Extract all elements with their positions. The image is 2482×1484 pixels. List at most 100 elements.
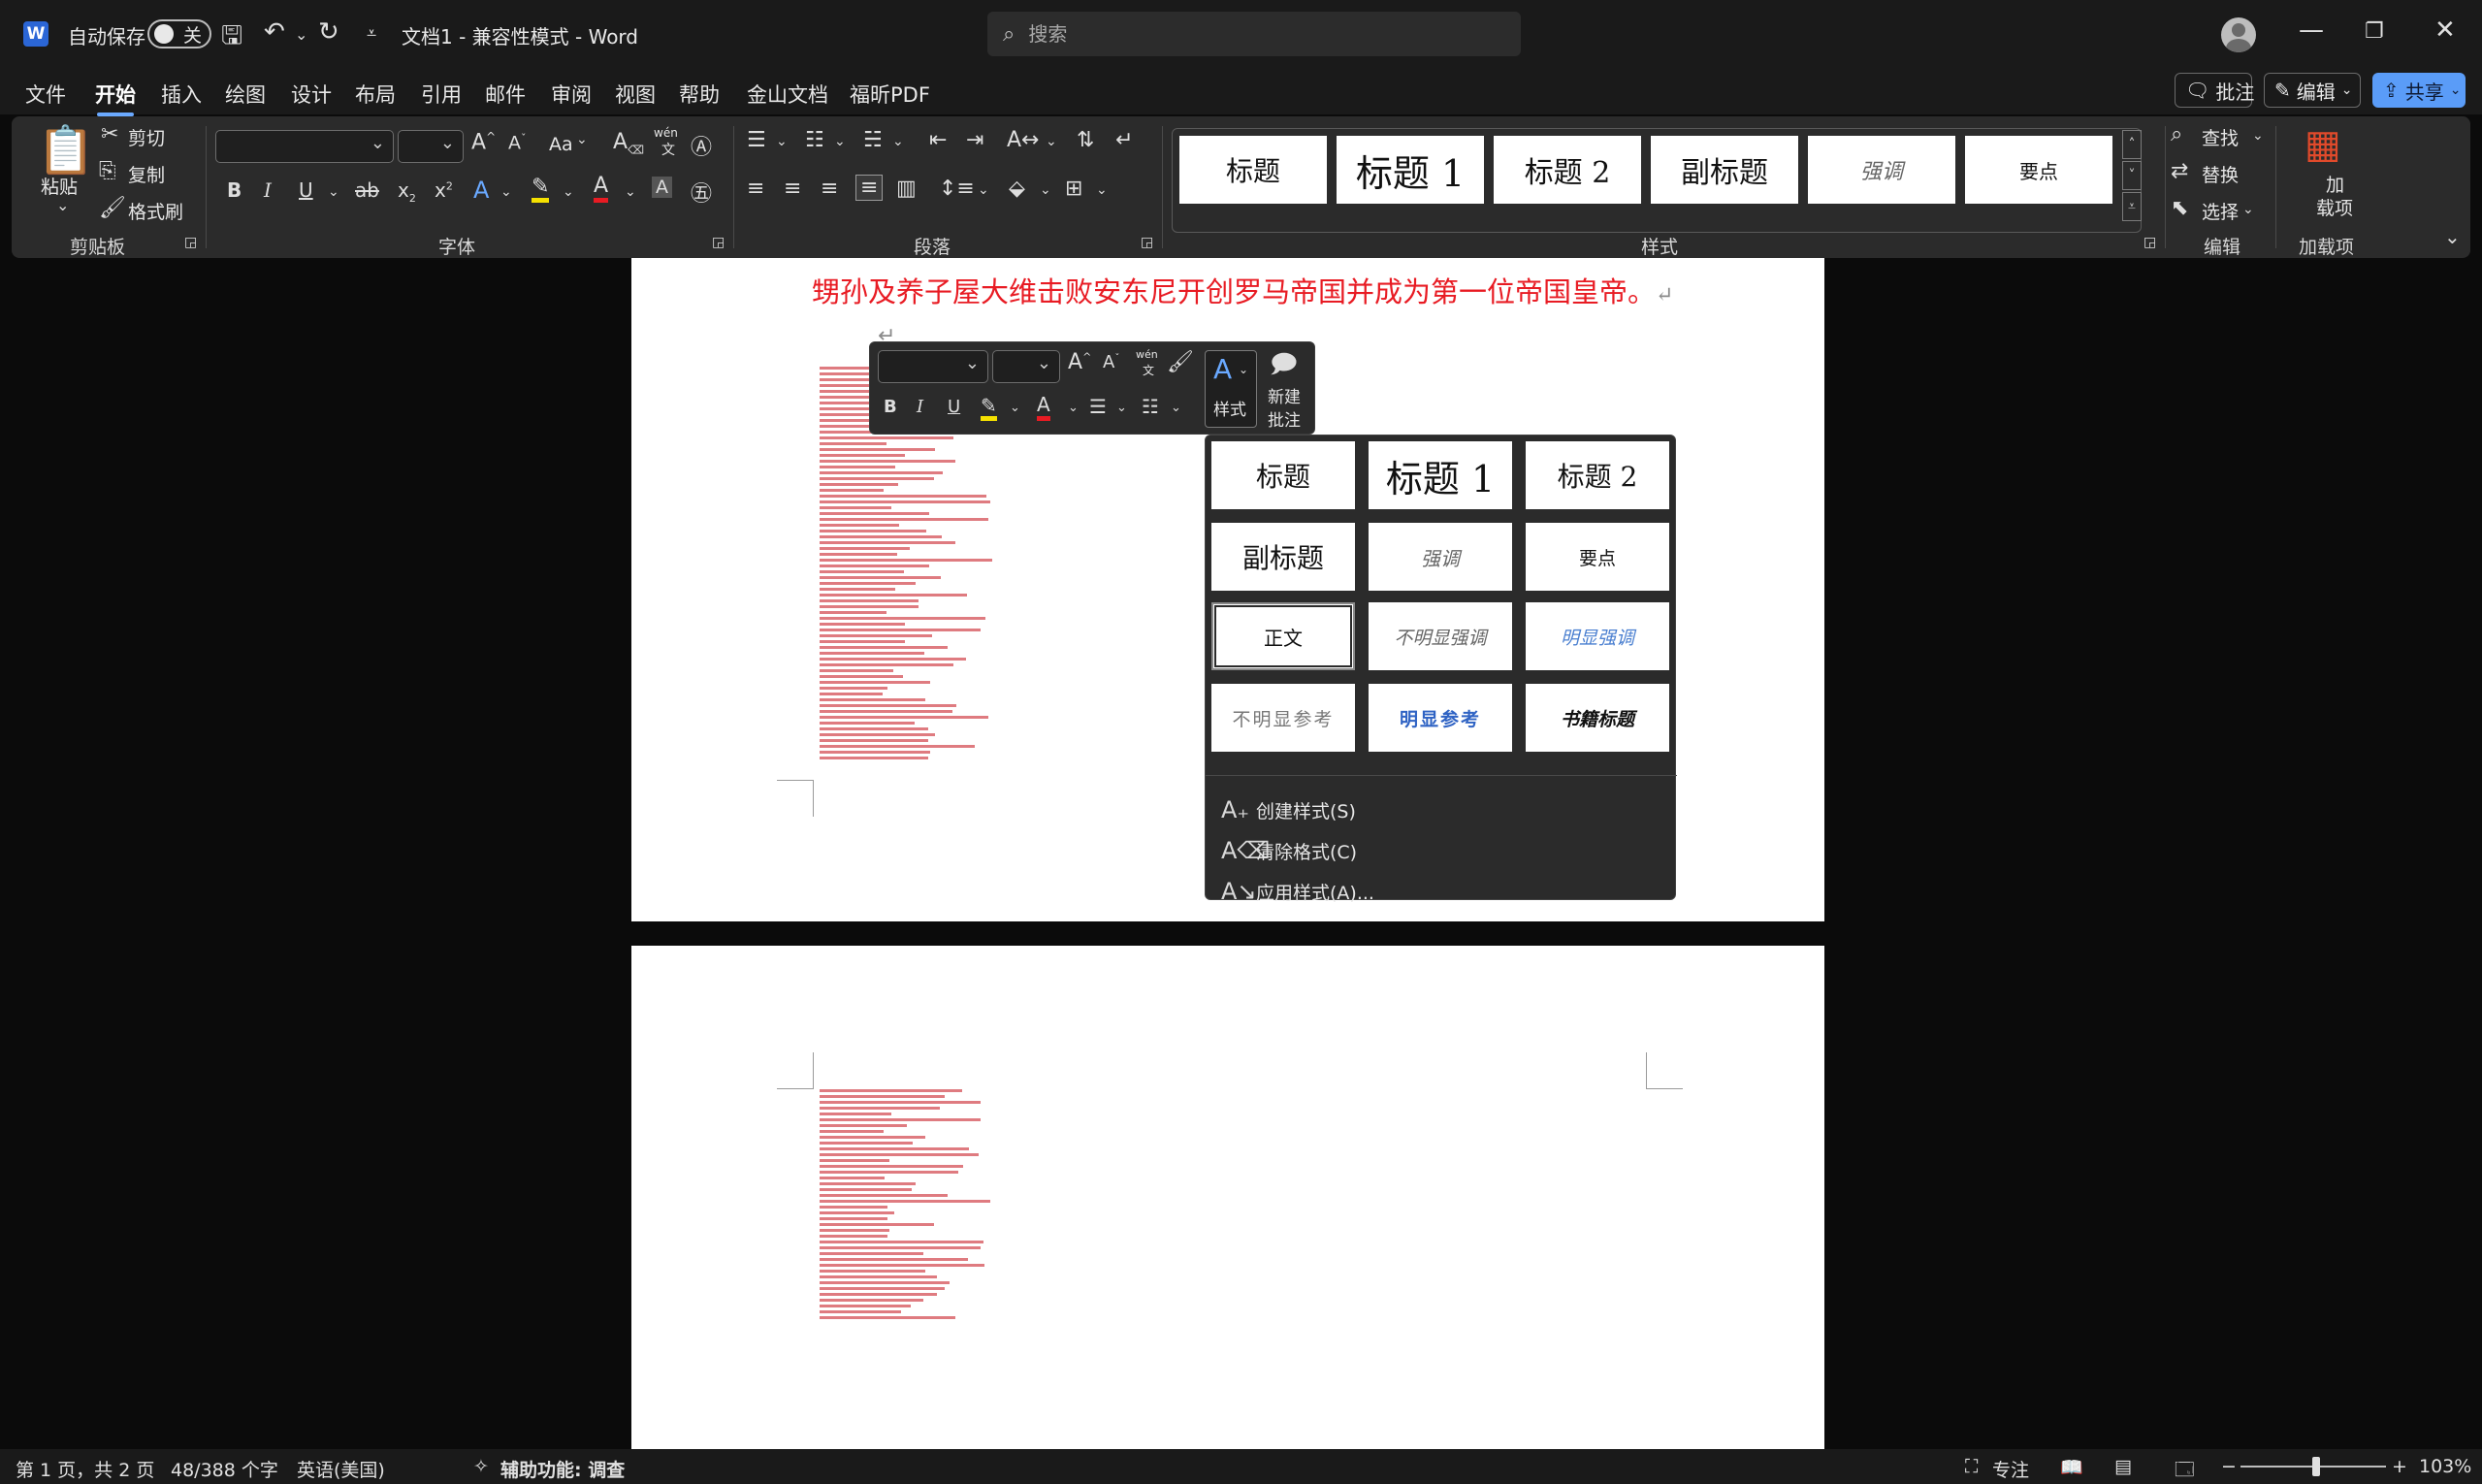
dd-style-intense-reference[interactable]: 明显参考 bbox=[1369, 684, 1512, 752]
accessibility-status[interactable]: 辅助功能: 调查 bbox=[500, 1456, 625, 1482]
increase-indent-icon[interactable]: ⇥ bbox=[966, 128, 983, 152]
dd-style-heading-1[interactable]: 标题 1 bbox=[1369, 441, 1512, 509]
mini-styles-button[interactable]: A ⌄ 样式 bbox=[1205, 350, 1257, 428]
format-painter-icon[interactable]: 🖌 bbox=[99, 196, 126, 220]
phonetic-guide-bottom[interactable]: 文 bbox=[1143, 362, 1154, 378]
character-border-icon[interactable]: Ⓐ bbox=[691, 130, 712, 161]
chevron-down-icon[interactable]: ⌄ bbox=[892, 134, 904, 149]
copy-label[interactable]: 复制 bbox=[128, 161, 165, 187]
undo-dropdown-icon[interactable]: ⌄ bbox=[295, 25, 307, 44]
highlight-icon[interactable]: ✎ bbox=[532, 177, 550, 203]
clear-formatting-icon[interactable]: A⌫ bbox=[613, 130, 644, 156]
bullets-icon[interactable]: ☰ bbox=[1089, 395, 1107, 418]
bullets-icon[interactable]: ☰ bbox=[747, 128, 766, 152]
chevron-down-icon[interactable]: ⌄ bbox=[1171, 401, 1181, 415]
dd-style-heading[interactable]: 标题 bbox=[1211, 441, 1355, 509]
restore-icon[interactable]: ❐ bbox=[2365, 19, 2384, 44]
chinese-layout-icon[interactable]: A↔ bbox=[1007, 128, 1039, 152]
styles-launcher-icon[interactable]: ◲ bbox=[2144, 235, 2156, 250]
show-paragraph-marks-icon[interactable]: ↵ bbox=[1115, 128, 1133, 152]
dd-style-normal[interactable]: 正文 bbox=[1211, 602, 1355, 670]
chevron-down-icon[interactable]: ⌄ bbox=[563, 184, 574, 200]
zoom-in-icon[interactable]: + bbox=[2392, 1456, 2407, 1477]
chevron-down-icon[interactable]: ⌄ bbox=[1116, 401, 1127, 415]
tab-help[interactable]: 帮助 bbox=[679, 80, 720, 109]
highlight-icon[interactable]: ✎ bbox=[981, 395, 997, 421]
save-icon[interactable]: 🖫 bbox=[221, 17, 242, 60]
styles-scroll-up-icon[interactable]: ˄ bbox=[2122, 130, 2142, 159]
create-style-item[interactable]: A₊ 创建样式(S) bbox=[1221, 792, 1356, 827]
print-layout-icon[interactable]: ▤ bbox=[2114, 1456, 2132, 1477]
cut-label[interactable]: 剪切 bbox=[128, 124, 165, 150]
dd-style-book-title[interactable]: 书籍标题 bbox=[1526, 684, 1669, 752]
account-avatar[interactable] bbox=[2221, 17, 2256, 52]
minimize-icon[interactable]: — bbox=[2299, 16, 2324, 45]
italic-icon[interactable]: I bbox=[264, 178, 272, 202]
copy-icon[interactable]: ⎘ bbox=[99, 159, 116, 183]
align-left-icon[interactable]: ≡ bbox=[747, 177, 764, 201]
borders-icon[interactable]: ⊞ bbox=[1065, 177, 1082, 201]
tab-home[interactable]: 开始 bbox=[95, 80, 136, 116]
customize-quick-access-icon[interactable]: ⩡ bbox=[367, 23, 376, 44]
tab-references[interactable]: 引用 bbox=[421, 80, 462, 109]
shading-icon[interactable]: ⬙ bbox=[1009, 177, 1025, 201]
phonetic-guide-bottom[interactable]: 文 bbox=[661, 140, 675, 159]
search-box[interactable]: ⌕ bbox=[987, 12, 1521, 56]
find-icon[interactable]: ⌕ bbox=[2171, 122, 2182, 146]
dd-style-intense-emphasis[interactable]: 明显强调 bbox=[1526, 602, 1669, 670]
tab-design[interactable]: 设计 bbox=[291, 80, 332, 109]
web-layout-icon[interactable]: 🗔 bbox=[2175, 1456, 2195, 1484]
paste-label[interactable]: 粘贴 bbox=[41, 173, 78, 199]
tab-insert[interactable]: 插入 bbox=[161, 80, 202, 109]
replace-icon[interactable]: ⇄ bbox=[2171, 159, 2188, 183]
replace-label[interactable]: 替换 bbox=[2202, 161, 2239, 187]
change-case-button[interactable]: Aa bbox=[549, 134, 573, 155]
chevron-down-icon[interactable]: ⌄ bbox=[1040, 182, 1051, 198]
autosave-toggle[interactable]: 关 bbox=[147, 19, 211, 48]
chevron-down-icon[interactable]: ⌄ bbox=[2252, 128, 2264, 144]
tab-file[interactable]: 文件 bbox=[25, 80, 66, 109]
chevron-down-icon[interactable]: ⌄ bbox=[978, 182, 989, 198]
tiny-red-text-block[interactable] bbox=[820, 1089, 994, 1322]
dd-style-emphasis[interactable]: 强调 bbox=[1369, 523, 1512, 591]
styles-scroll-down-icon[interactable]: ˅ bbox=[2122, 161, 2142, 190]
document-red-text[interactable]: 甥孙及养子屋大维击败安东尼开创罗马帝国并成为第一位帝国皇帝。↵ bbox=[812, 270, 1673, 310]
focus-label[interactable]: 专注 bbox=[1992, 1456, 2029, 1482]
italic-icon[interactable]: I bbox=[917, 397, 923, 417]
tab-mailings[interactable]: 邮件 bbox=[485, 80, 526, 109]
line-spacing-icon[interactable]: ↕≡ bbox=[939, 177, 975, 201]
chevron-down-icon[interactable]: ⌄ bbox=[500, 184, 512, 200]
phonetic-guide-top[interactable]: wén bbox=[654, 126, 678, 140]
superscript-icon[interactable]: x2 bbox=[435, 178, 453, 202]
font-color-icon[interactable]: A bbox=[1037, 393, 1050, 421]
phonetic-guide-top[interactable]: wén bbox=[1136, 348, 1158, 361]
tab-view[interactable]: 视图 bbox=[615, 80, 656, 109]
font-size-combo[interactable] bbox=[398, 130, 464, 163]
zoom-out-icon[interactable]: − bbox=[2221, 1456, 2237, 1477]
editing-mode-button[interactable]: ✎ 编辑 ⌄ bbox=[2264, 73, 2361, 108]
chevron-down-icon[interactable]: ⌄ bbox=[576, 132, 588, 147]
font-launcher-icon[interactable]: ◲ bbox=[712, 235, 725, 250]
font-color-icon[interactable]: A bbox=[594, 175, 609, 203]
chevron-down-icon[interactable]: ⌄ bbox=[776, 134, 788, 149]
align-center-icon[interactable]: ≡ bbox=[784, 177, 801, 201]
grow-font-icon[interactable]: A^ bbox=[1068, 350, 1091, 374]
justify-icon[interactable]: ≡ bbox=[855, 175, 884, 201]
style-heading[interactable]: 标题 bbox=[1179, 136, 1327, 204]
tab-draw[interactable]: 绘图 bbox=[225, 80, 266, 109]
language-status[interactable]: 英语(美国) bbox=[297, 1456, 385, 1482]
chevron-down-icon[interactable]: ⌄ bbox=[625, 184, 636, 200]
mini-font-name-combo[interactable] bbox=[878, 350, 988, 383]
chevron-down-icon[interactable]: ⌄ bbox=[2242, 202, 2254, 217]
add-ins-label-1[interactable]: 加 bbox=[2326, 171, 2344, 197]
numbering-icon[interactable]: ☷ bbox=[1142, 395, 1159, 418]
style-heading-2[interactable]: 标题 2 bbox=[1494, 136, 1641, 204]
select-label[interactable]: 选择 bbox=[2202, 198, 2239, 224]
new-comment-label-1[interactable]: 新建 bbox=[1268, 383, 1301, 407]
tab-review[interactable]: 审阅 bbox=[551, 80, 592, 109]
clear-formatting-item[interactable]: A⌫ 清除格式(C) bbox=[1221, 833, 1357, 868]
dd-style-subtle-reference[interactable]: 不明显参考 bbox=[1211, 684, 1355, 752]
bold-icon[interactable]: B bbox=[227, 178, 242, 202]
document-page-2[interactable] bbox=[631, 946, 1824, 1450]
focus-icon[interactable]: ⛶ bbox=[1965, 1456, 1978, 1477]
